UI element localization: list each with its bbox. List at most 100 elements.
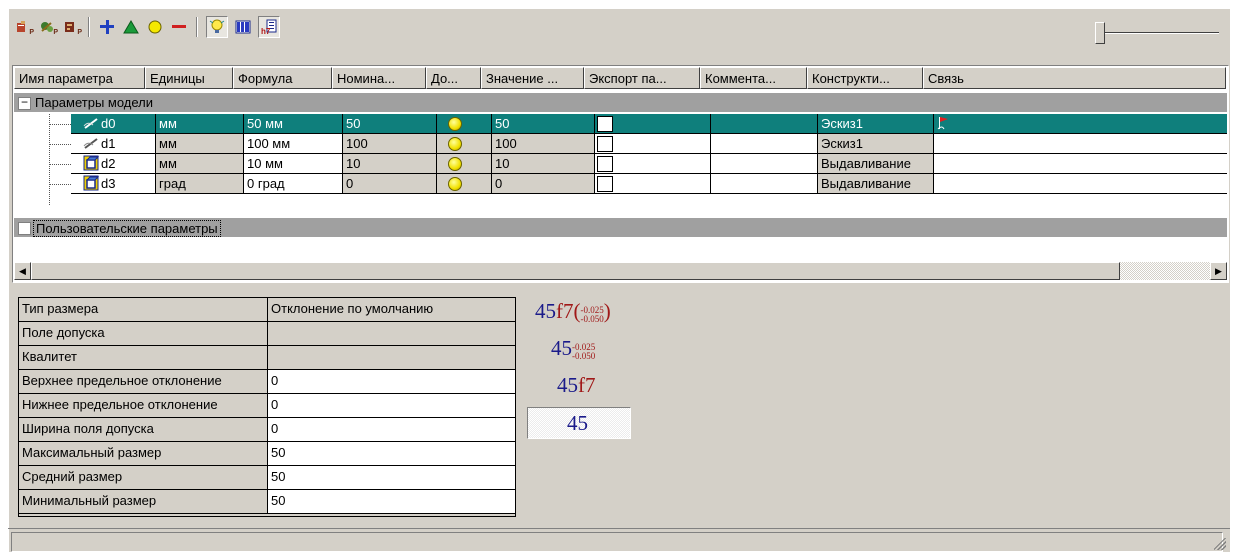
param-export[interactable] bbox=[595, 154, 711, 174]
scrollbar-thumb[interactable] bbox=[31, 262, 1120, 280]
parameter-row-d0[interactable]: d0 мм 50 мм 50 50 Эскиз1 bbox=[14, 114, 1227, 134]
param-feature[interactable]: Эскиз1 bbox=[818, 114, 934, 134]
tolerance-width-value[interactable]: 0 bbox=[268, 418, 515, 442]
param-tolerance[interactable] bbox=[437, 114, 492, 134]
export-checkbox[interactable] bbox=[597, 156, 613, 172]
column-header-comment[interactable]: Коммента... bbox=[700, 67, 807, 89]
tolerance-field-value[interactable] bbox=[268, 322, 515, 346]
param-comment[interactable] bbox=[711, 114, 818, 134]
min-size-value[interactable]: 50 bbox=[268, 490, 515, 514]
param-name-cell[interactable]: d0 bbox=[71, 114, 156, 134]
tolerance-row[interactable]: Минимальный размер 50 bbox=[19, 490, 515, 514]
param-name-cell[interactable]: d3 bbox=[71, 174, 156, 194]
param-link[interactable] bbox=[934, 154, 1227, 174]
param-link[interactable] bbox=[934, 114, 1227, 134]
scroll-right-icon[interactable]: ▶ bbox=[1210, 262, 1227, 280]
tolerance-row[interactable]: Тип размера Отклонение по умолчанию bbox=[19, 298, 515, 322]
param-units[interactable]: мм bbox=[156, 114, 244, 134]
group-checkbox[interactable] bbox=[18, 222, 31, 235]
column-header-value[interactable]: Значение ... bbox=[481, 67, 584, 89]
param-link[interactable] bbox=[934, 174, 1227, 194]
param-value[interactable]: 0 bbox=[492, 174, 595, 194]
horizontal-scrollbar[interactable]: ◀ ▶ bbox=[14, 262, 1227, 280]
column-header-formula[interactable]: Формула bbox=[233, 67, 332, 89]
param-export[interactable] bbox=[595, 134, 711, 154]
param-feature[interactable]: Выдавливание bbox=[818, 154, 934, 174]
column-header-tolerance[interactable]: До... bbox=[426, 67, 481, 89]
param-name-cell[interactable]: d1 bbox=[71, 134, 156, 154]
column-header-export[interactable]: Экспорт па... bbox=[584, 67, 700, 89]
grade-value[interactable] bbox=[268, 346, 515, 370]
export-checkbox[interactable] bbox=[597, 136, 613, 152]
param-tolerance[interactable] bbox=[437, 154, 492, 174]
resize-grip-icon[interactable] bbox=[1214, 538, 1226, 550]
column-header-feature[interactable]: Конструкти... bbox=[807, 67, 923, 89]
param-export[interactable] bbox=[595, 174, 711, 194]
zoom-slider[interactable] bbox=[1095, 22, 1223, 44]
param-formula[interactable]: 50 мм bbox=[244, 114, 343, 134]
tolerance-row[interactable]: Верхнее предельное отклонение 0 bbox=[19, 370, 515, 394]
param-nominal[interactable]: 0 bbox=[343, 174, 437, 194]
param-formula[interactable]: 0 град bbox=[244, 174, 343, 194]
parameter-row-d1[interactable]: d1 мм 100 мм 100 100 Эскиз1 bbox=[14, 134, 1227, 154]
filter-parameter-button[interactable]: P bbox=[62, 18, 82, 36]
param-formula[interactable]: 10 мм bbox=[244, 154, 343, 174]
parameter-row-d2[interactable]: d2 мм 10 мм 10 10 Выдавливание bbox=[14, 154, 1227, 174]
tolerance-row[interactable]: Ширина поля допуска 0 bbox=[19, 418, 515, 442]
column-header-link[interactable]: Связь bbox=[923, 67, 1226, 89]
triangle-button[interactable] bbox=[122, 18, 140, 36]
tolerance-row[interactable]: Средний размер 50 bbox=[19, 466, 515, 490]
param-tolerance[interactable] bbox=[437, 134, 492, 154]
param-value[interactable]: 50 bbox=[492, 114, 595, 134]
param-units[interactable]: мм bbox=[156, 154, 244, 174]
tolerance-row[interactable]: Поле допуска bbox=[19, 322, 515, 346]
param-value[interactable]: 10 bbox=[492, 154, 595, 174]
scrollbar-track[interactable] bbox=[1120, 262, 1210, 280]
slider-thumb[interactable] bbox=[1095, 22, 1105, 44]
minus-button[interactable] bbox=[170, 18, 188, 36]
param-units[interactable]: мм bbox=[156, 134, 244, 154]
param-comment[interactable] bbox=[711, 134, 818, 154]
circle-button[interactable] bbox=[146, 18, 164, 36]
param-feature[interactable]: Выдавливание bbox=[818, 174, 934, 194]
param-comment[interactable] bbox=[711, 174, 818, 194]
mean-size-value[interactable]: 50 bbox=[268, 466, 515, 490]
dimension-type-value[interactable]: Отклонение по умолчанию bbox=[268, 298, 515, 322]
preview-fit-with-deviations[interactable]: 45f7(-0.025 -0.050) bbox=[535, 299, 611, 324]
tolerance-row[interactable]: Максимальный размер 50 bbox=[19, 442, 515, 466]
column-header-name[interactable]: Имя параметра bbox=[14, 67, 145, 89]
param-formula[interactable]: 100 мм bbox=[244, 134, 343, 154]
param-value[interactable]: 100 bbox=[492, 134, 595, 154]
column-header-nominal[interactable]: Номина... bbox=[332, 67, 426, 89]
param-tolerance[interactable] bbox=[437, 174, 492, 194]
h7-tolerance-button[interactable]: h7 bbox=[258, 16, 280, 38]
add-parameter-button[interactable]: P bbox=[14, 18, 34, 36]
preview-fit[interactable]: 45f7 bbox=[557, 373, 596, 398]
scroll-left-icon[interactable]: ◀ bbox=[14, 262, 31, 280]
max-size-value[interactable]: 50 bbox=[268, 442, 515, 466]
column-header-units[interactable]: Единицы bbox=[145, 67, 233, 89]
param-link[interactable] bbox=[934, 134, 1227, 154]
export-checkbox[interactable] bbox=[597, 116, 613, 132]
param-nominal[interactable]: 10 bbox=[343, 154, 437, 174]
lower-deviation-value[interactable]: 0 bbox=[268, 394, 515, 418]
param-export[interactable] bbox=[595, 114, 711, 134]
preview-nominal-only[interactable]: 45 bbox=[527, 407, 631, 439]
tolerance-row[interactable]: Нижнее предельное отклонение 0 bbox=[19, 394, 515, 418]
param-feature[interactable]: Эскиз1 bbox=[818, 134, 934, 154]
copy-parameter-button[interactable]: P bbox=[38, 18, 58, 36]
tolerance-row[interactable]: Квалитет bbox=[19, 346, 515, 370]
bulb-button[interactable] bbox=[206, 16, 228, 38]
preview-deviations[interactable]: 45 -0.025 -0.050 bbox=[551, 336, 595, 361]
upper-deviation-value[interactable]: 0 bbox=[268, 370, 515, 394]
columns-button[interactable] bbox=[234, 18, 252, 36]
export-checkbox[interactable] bbox=[597, 176, 613, 192]
param-name-cell[interactable]: d2 bbox=[71, 154, 156, 174]
group-user-parameters[interactable]: Пользовательские параметры bbox=[14, 218, 1227, 238]
param-nominal[interactable]: 50 bbox=[343, 114, 437, 134]
parameter-row-d3[interactable]: d3 град 0 град 0 0 Выдавливание bbox=[14, 174, 1227, 194]
param-units[interactable]: град bbox=[156, 174, 244, 194]
group-model-parameters[interactable]: − Параметры модели bbox=[14, 93, 1227, 113]
param-nominal[interactable]: 100 bbox=[343, 134, 437, 154]
add-button[interactable] bbox=[98, 18, 116, 36]
